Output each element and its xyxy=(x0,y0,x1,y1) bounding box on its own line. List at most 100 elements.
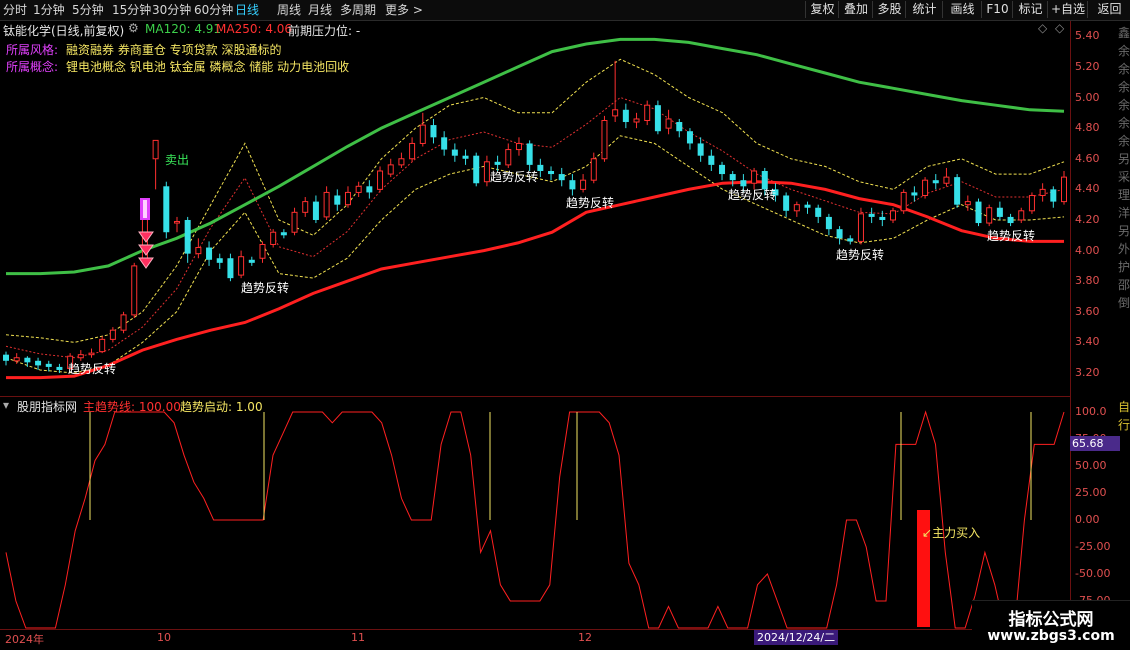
edge-char: 邵 xyxy=(1118,278,1130,292)
edge-char: 另 xyxy=(1118,152,1130,166)
candle-body xyxy=(1050,189,1057,202)
candle-body xyxy=(783,195,790,211)
price-tick: 3.40 xyxy=(1075,335,1100,349)
candle-body xyxy=(569,180,576,190)
candle-body xyxy=(334,195,341,205)
indicator-tick: -25.00 xyxy=(1075,540,1111,553)
pressure-label: 前期压力位: - xyxy=(288,24,361,38)
candle-body xyxy=(558,174,565,181)
price-tick: 5.40 xyxy=(1075,29,1100,43)
price-chart[interactable] xyxy=(0,0,1070,630)
candle-body xyxy=(24,357,31,363)
candle-body xyxy=(922,179,929,196)
x-label-oct: 10 xyxy=(157,631,171,644)
trend-start-label: 趋势启动: 1.00 xyxy=(180,400,263,414)
candle-body xyxy=(77,354,84,359)
price-tick: 3.20 xyxy=(1075,366,1100,380)
candle-body xyxy=(708,155,715,165)
candle-body xyxy=(216,258,223,263)
candle-body xyxy=(601,119,608,160)
price-tick: 4.40 xyxy=(1075,182,1100,196)
candle-body xyxy=(355,185,362,193)
edge-char: 行 xyxy=(1118,418,1130,432)
candle-body xyxy=(665,118,672,129)
candle-body xyxy=(729,174,736,181)
candle-body xyxy=(1039,188,1046,196)
candle-body xyxy=(206,247,213,260)
toolbar-button[interactable]: 返回 xyxy=(1087,1,1130,18)
candle-body xyxy=(890,210,897,221)
indicator-tick: 25.00 xyxy=(1075,486,1107,499)
candle-body xyxy=(45,363,52,367)
indicator-name: 股朋指标网 xyxy=(17,400,78,414)
candle-body xyxy=(654,105,661,132)
candle-body xyxy=(1018,210,1025,221)
edge-char: 外 xyxy=(1118,242,1130,256)
down-triangle-icon xyxy=(138,257,154,269)
candle-body xyxy=(868,213,875,217)
candle-body xyxy=(56,366,63,370)
candle-body xyxy=(986,207,993,224)
edge-char: 余 xyxy=(1118,116,1130,130)
candle-body xyxy=(366,186,373,193)
sell-bar-highlight xyxy=(143,200,147,218)
candle-body xyxy=(323,191,330,218)
candle-body xyxy=(473,155,480,184)
x-label-year: 2024年 xyxy=(5,633,44,646)
candle-body xyxy=(505,149,512,166)
main-buy-label: ↙主力买入 xyxy=(922,526,981,540)
candle-body xyxy=(409,142,416,160)
candle-body xyxy=(494,161,501,165)
edge-char: 余 xyxy=(1118,98,1130,112)
candle-body xyxy=(270,231,277,245)
ma250-label: MA250: 4.06 xyxy=(216,22,293,36)
candle-body xyxy=(686,131,693,144)
candle-body xyxy=(932,180,939,184)
price-tick: 4.00 xyxy=(1075,243,1100,257)
candle-body xyxy=(344,191,351,206)
candle-body xyxy=(152,139,159,160)
edge-char: 余 xyxy=(1118,134,1130,148)
collapse-icon[interactable]: ◇ xyxy=(1055,21,1064,35)
concept-label: 所属概念: xyxy=(6,60,59,74)
candle-body xyxy=(580,179,587,190)
trend-reversal-label: 趋势反转 xyxy=(566,196,615,210)
price-tick: 5.20 xyxy=(1075,59,1100,73)
price-tick: 5.00 xyxy=(1075,90,1100,104)
candle-body xyxy=(975,201,982,224)
candle-body xyxy=(804,204,811,208)
candle-body xyxy=(879,216,886,220)
candle-body xyxy=(184,219,191,254)
current-value-badge: 65.68 xyxy=(1070,436,1120,451)
price-tick: 4.60 xyxy=(1075,151,1100,165)
candle-body xyxy=(312,201,319,220)
candle-body xyxy=(996,207,1003,217)
trend-reversal-label: 趋势反转 xyxy=(987,229,1036,243)
stock-title: 钛能化学(日线,前复权) xyxy=(3,24,125,38)
right-edge-panel: 鑫余余余余余余另采理洋另外护邵倒 xyxy=(1118,24,1130,312)
price-tick: 3.80 xyxy=(1075,274,1100,288)
style-label: 所属风格: xyxy=(6,43,59,57)
candle-body xyxy=(195,247,202,255)
candle-body xyxy=(377,170,384,190)
candle-body xyxy=(590,158,597,181)
main-buy-text: 主力买入 xyxy=(932,526,981,540)
candle-body xyxy=(280,232,287,236)
candle-body xyxy=(815,207,822,217)
candle-body xyxy=(259,243,266,259)
candle-body xyxy=(483,161,490,183)
candle-body xyxy=(1007,216,1014,224)
candle-body xyxy=(954,177,961,205)
candle-body xyxy=(88,352,95,356)
candle-body xyxy=(1028,194,1035,212)
candle-body xyxy=(836,229,843,239)
candle-body xyxy=(163,186,170,233)
settings-gear-icon[interactable]: ⚙ xyxy=(128,21,139,35)
diamond-icon[interactable]: ◇ xyxy=(1038,21,1047,35)
candle-body xyxy=(441,137,448,150)
edge-char: 护 xyxy=(1118,260,1130,274)
indicator-collapse-icon[interactable]: ▾ xyxy=(3,398,9,412)
edge-char: 余 xyxy=(1118,80,1130,94)
candle-body xyxy=(622,109,629,123)
candle-body xyxy=(911,192,918,196)
